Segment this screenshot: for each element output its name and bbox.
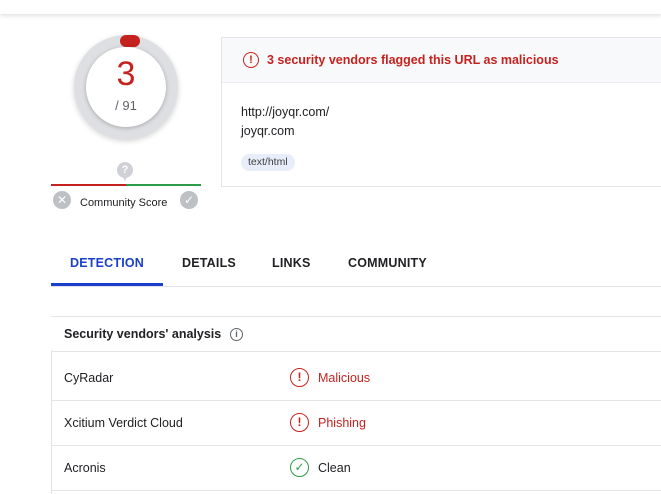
alert-circle-icon: ! bbox=[290, 413, 309, 432]
vendor-verdict: Phishing bbox=[318, 416, 366, 430]
vendor-name: Acronis bbox=[64, 461, 106, 475]
table-row: CyRadar ! Malicious bbox=[51, 356, 661, 401]
score-circle: 3 / 91 bbox=[86, 47, 166, 127]
vote-harmless-icon[interactable]: ✓ bbox=[180, 191, 198, 209]
scanned-url[interactable]: http://joyqr.com/ bbox=[241, 105, 329, 119]
alert-circle-icon: ! bbox=[290, 368, 309, 387]
community-score-label: Community Score bbox=[80, 197, 168, 209]
vote-harmful-icon[interactable]: ✕ bbox=[53, 191, 71, 209]
community-score-marker-icon: ? bbox=[117, 162, 133, 181]
detection-count: 3 bbox=[116, 55, 136, 93]
check-circle-icon: ✓ bbox=[290, 458, 309, 477]
table-row: Acronis ✓ Clean bbox=[51, 446, 661, 491]
active-tab-indicator bbox=[51, 283, 163, 286]
score-arc-indicator bbox=[120, 35, 140, 47]
tab-community[interactable]: COMMUNITY bbox=[348, 256, 427, 270]
detection-total: / 91 bbox=[115, 98, 137, 113]
vendor-name: CyRadar bbox=[64, 371, 114, 385]
detection-score-gauge: 3 / 91 bbox=[74, 35, 178, 139]
top-bar bbox=[0, 0, 661, 14]
community-score-bar-negative bbox=[51, 184, 126, 186]
vendor-name: Xcitium Verdict Cloud bbox=[64, 416, 183, 430]
vendor-verdict: Malicious bbox=[318, 371, 371, 385]
info-icon[interactable]: i bbox=[230, 328, 243, 341]
scanned-domain[interactable]: joyqr.com bbox=[241, 124, 295, 138]
content-type-tag[interactable]: text/html bbox=[241, 154, 295, 171]
malicious-alert-banner: ! 3 security vendors flagged this URL as… bbox=[222, 38, 661, 83]
tab-details[interactable]: DETAILS bbox=[182, 256, 236, 270]
vendor-verdict: Clean bbox=[318, 461, 351, 475]
tab-detection[interactable]: DETECTION bbox=[70, 256, 144, 270]
analysis-title: Security vendors' analysis bbox=[64, 327, 222, 341]
community-score-bar-positive bbox=[126, 184, 201, 186]
table-left-border bbox=[51, 350, 52, 494]
alert-message: 3 security vendors flagged this URL as m… bbox=[267, 53, 559, 67]
analysis-header: Security vendors' analysis i bbox=[51, 316, 661, 352]
url-info-card: ! 3 security vendors flagged this URL as… bbox=[221, 37, 661, 187]
exclamation-circle-icon: ! bbox=[243, 52, 259, 68]
table-row: Xcitium Verdict Cloud ! Phishing bbox=[51, 401, 661, 446]
tab-links[interactable]: LINKS bbox=[272, 256, 311, 270]
tab-bar: DETECTION DETAILS LINKS COMMUNITY bbox=[51, 242, 661, 287]
